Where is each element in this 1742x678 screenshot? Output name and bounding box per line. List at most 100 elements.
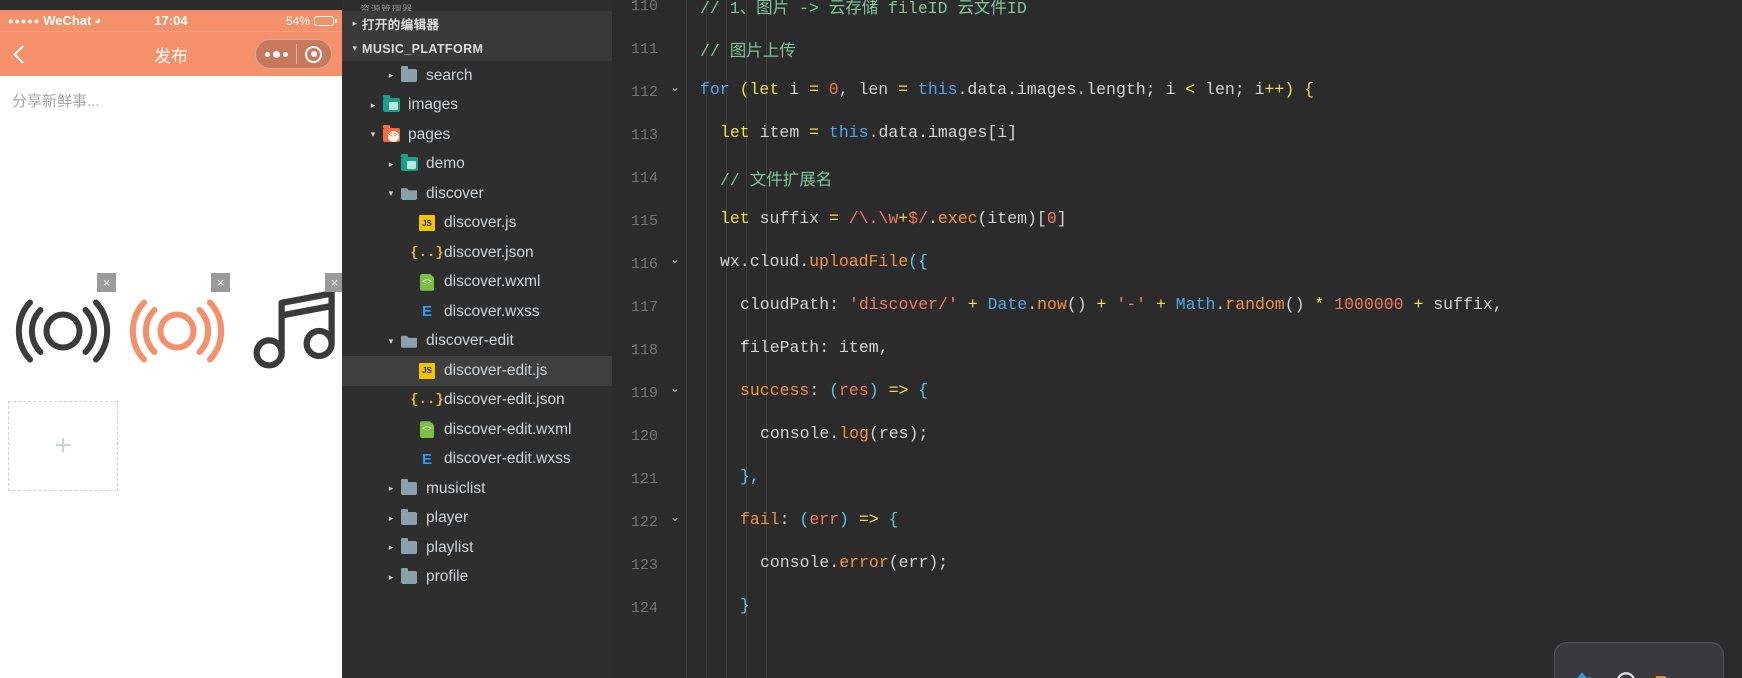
list-item[interactable]: × [8,273,118,386]
code-token: .data.images.length; i [957,80,1186,99]
code-token: res [839,381,869,400]
file-tree-label: discover-edit.js [444,361,548,379]
chevron-right-icon[interactable]: ▸ [384,542,398,553]
back-chevron-icon[interactable] [13,44,32,64]
line-number: 120 [630,428,658,445]
close-icon[interactable]: × [97,273,116,292]
code-token: 'discover/' [848,295,958,314]
chevron-right-icon[interactable]: ▸ [384,70,398,81]
code-token: i [779,80,809,99]
chevron-right-icon[interactable]: ▸ [384,483,398,494]
file-tree: ▸ search ▸ images ▾ pages ▸ demo ▾ discover ▸ JS dis… [342,61,612,592]
file-tree-row[interactable]: ▸ search [342,61,612,91]
browser-icon[interactable] [1611,663,1641,678]
line-number: 121 [630,471,658,488]
explorer-header-label: 资源管理器 [360,5,413,11]
file-tree-row-selected[interactable]: ▸JSdiscover-edit.js [342,356,612,386]
file-tree-row[interactable]: ▸ player [342,504,612,534]
macos-dock[interactable] [1554,642,1724,678]
line-number: 110 [630,0,658,15]
file-tree-row[interactable]: ▸ musiclist [342,474,612,504]
folder-images-icon [400,154,418,172]
js-file-icon: JS [419,362,435,379]
chevron-down-icon[interactable]: ▾ [366,129,380,140]
section-project-root[interactable]: ▾ MUSIC_PLATFORM [342,36,612,61]
file-tree-row[interactable]: ▸ demo [342,150,612,180]
add-image-button[interactable]: + [8,401,118,491]
list-item[interactable]: × [122,273,232,386]
more-dots-icon[interactable] [265,50,288,58]
folder-images-icon-wrap [380,95,402,113]
file-tree-row[interactable]: ▾ discover [342,179,612,209]
file-tree-label: discover-edit.wxss [444,450,571,468]
line-number: 117 [630,299,658,316]
fold-chevron-icon[interactable]: ⌄ [670,381,680,395]
file-tree-row[interactable]: ▾ discover-edit [342,327,612,357]
file-tree-row[interactable]: ▸ playlist [342,533,612,563]
chevron-right-icon[interactable]: ▸ [384,572,398,583]
file-tree-row[interactable]: ▸Ǝdiscover-edit.wxss [342,445,612,475]
indent-guide [706,0,707,678]
folder-icon [401,567,417,584]
js-file-icon-wrap: JS [416,362,438,379]
line-number: 123 [630,557,658,574]
code-token: ++ [1264,80,1285,99]
file-tree-label: discover.wxml [444,273,541,291]
folder-icon [401,508,417,525]
file-tree-row[interactable]: ▸{..}discover.json [342,238,612,268]
code-token: () [1284,295,1305,314]
compose-placeholder[interactable]: 分享新鲜事... [0,76,342,111]
close-icon[interactable]: × [211,273,230,292]
list-item[interactable]: × [236,273,342,386]
code-line: filePath: item, [740,338,889,357]
fold-chevron-icon[interactable]: ⌄ [670,80,680,94]
file-tree-row[interactable]: ▸JSdiscover.js [342,209,612,239]
section-open-editors[interactable]: ▸ 打开的编辑器 [342,11,612,36]
file-tree-row[interactable]: ▸ images [342,91,612,121]
folder-icon[interactable] [1653,663,1683,678]
file-tree-row[interactable]: ▸ profile [342,563,612,593]
code-token: ) [839,510,849,529]
code-token: ) [1284,80,1295,99]
finder-icon[interactable] [1569,663,1599,678]
file-tree-row[interactable]: ▸Ǝdiscover.wxss [342,297,612,327]
code-token: + [1403,295,1434,314]
code-token: exec [937,209,978,228]
close-icon[interactable]: × [325,273,342,292]
code-token: = [828,209,839,228]
image-thumbnail-list: × × × [8,273,342,386]
code-content[interactable]: // 1、图片 -> 云存储 fileID 云文件ID// 图片上传 for (l… [682,0,1742,678]
line-number: 122 [630,514,658,531]
chevron-down-icon[interactable]: ▾ [384,188,398,199]
code-token: '-' [1116,295,1147,314]
code-token: + [1086,295,1117,314]
chevron-down-icon[interactable]: ▾ [384,336,398,347]
wifi-icon: ◕ [94,14,101,27]
file-tree-label: discover-edit.wxml [444,420,572,438]
chevron-right-icon[interactable]: ▸ [366,100,380,111]
chevron-right-icon[interactable]: ▸ [384,513,398,524]
fold-chevron-icon[interactable]: ⌄ [670,252,680,266]
file-tree-row[interactable]: ▸<>discover.wxml [342,268,612,298]
code-token: : item, [819,338,889,357]
target-icon[interactable] [305,45,322,63]
chevron-down-icon: ▾ [352,43,358,53]
code-token: < [1185,80,1196,99]
file-tree-row[interactable]: ▾ pages [342,120,612,150]
file-tree-row[interactable]: ▸<>discover-edit.wxml [342,415,612,445]
battery-indicator: 54% [286,14,337,28]
folder-images-icon-wrap [398,154,420,172]
code-token: = [898,80,909,99]
fold-chevron-icon[interactable]: ⌄ [670,510,680,524]
file-tree-row[interactable]: ▸{..}discover-edit.json [342,386,612,416]
broadcast-icon [15,299,111,363]
folder-icon [401,479,417,496]
json-file-icon: {..} [410,392,444,409]
chevron-right-icon[interactable]: ▸ [384,159,398,170]
broadcast-icon [129,299,225,363]
code-token: this [917,80,958,99]
code-token: : [829,295,849,314]
nav-capsule [255,39,332,69]
section-label: 打开的编辑器 [362,18,440,32]
